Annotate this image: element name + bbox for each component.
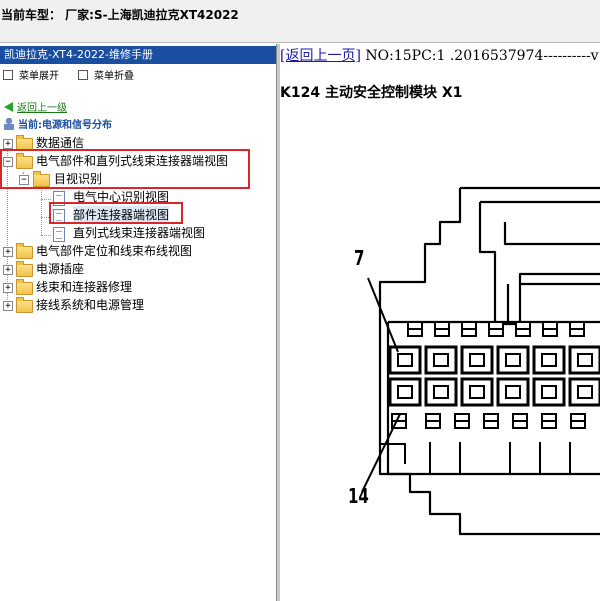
tree-item-inline-connector-view[interactable]: 直列式线束连接器端视图: [73, 224, 205, 242]
upper-small-pins: [407, 321, 585, 337]
navigation-tree: + 数据通信 − 电气部件和直列式线束连接器端视图 − 目视识别 电气中心识别视…: [0, 44, 276, 601]
tree-item-electrical-components[interactable]: 电气部件和直列式线束连接器端视图: [36, 152, 228, 170]
pin-label-14: 14: [348, 484, 369, 508]
folder-icon: [16, 297, 33, 313]
window-title: 当前车型： 厂家:S-上海凯迪拉克XT42022: [1, 8, 239, 22]
large-pins-row-1: [388, 345, 600, 375]
tree-item-harness-repair[interactable]: 线束和连接器修理: [36, 278, 132, 296]
document-icon: [53, 209, 65, 224]
page-title: K124 主动安全控制模块 X1: [280, 85, 463, 101]
tree-connector: [41, 217, 51, 218]
tree-item-visual-identification[interactable]: 目视识别: [54, 170, 102, 188]
expand-toggle[interactable]: +: [3, 247, 13, 257]
tree-item-component-connector-view[interactable]: 部件连接器端视图: [73, 206, 170, 224]
keying-features: [380, 442, 571, 474]
document-info: NO:15PC:1 .2016537974----------v: [360, 48, 599, 64]
left-navigation-panel: 凯迪拉克-XT4-2022-维修手册 菜单展开 菜单折叠 返回上一级 当前:电源…: [0, 44, 276, 601]
folder-icon: [16, 135, 33, 151]
tree-item-wiring-power-management[interactable]: 接线系统和电源管理: [36, 296, 144, 314]
expand-toggle[interactable]: +: [3, 139, 13, 149]
collapse-toggle[interactable]: −: [3, 157, 13, 167]
document-view: [返回上一页] NO:15PC:1 .2016537974----------v…: [280, 44, 600, 601]
tree-connector: [41, 199, 51, 200]
document-header: [返回上一页] NO:15PC:1 .2016537974----------v: [280, 45, 599, 65]
tree-connector: [41, 190, 42, 235]
lower-small-pins: [391, 413, 586, 429]
expand-toggle[interactable]: +: [3, 283, 13, 293]
tree-connector: [41, 235, 51, 236]
document-icon: [53, 191, 65, 206]
tree-item-power-outlets[interactable]: 电源插座: [36, 260, 84, 278]
folder-icon: [16, 243, 33, 259]
pin-label-7: 7: [354, 246, 365, 270]
expand-toggle[interactable]: +: [3, 301, 13, 311]
folder-icon: [16, 279, 33, 295]
title-bar: 当前车型： 厂家:S-上海凯迪拉克XT42022: [0, 0, 600, 43]
expand-toggle[interactable]: +: [3, 265, 13, 275]
pin-7-leader: [367, 277, 399, 353]
tree-item-data-communication[interactable]: 数据通信: [36, 134, 84, 152]
large-pins-row-2: [388, 377, 600, 407]
latch-detail: [506, 282, 600, 324]
folder-open-icon: [33, 171, 50, 187]
collapse-toggle[interactable]: −: [19, 175, 29, 185]
tree-item-component-locator-views[interactable]: 电气部件定位和线束布线视图: [36, 242, 192, 260]
folder-icon: [16, 261, 33, 277]
connector-diagram: [361, 186, 600, 536]
document-icon: [53, 227, 65, 242]
back-page-link[interactable]: [返回上一页]: [280, 48, 361, 64]
connector-latch: [478, 200, 600, 326]
folder-open-icon: [16, 153, 33, 169]
tree-item-electrical-center-view[interactable]: 电气中心识别视图: [73, 188, 169, 206]
